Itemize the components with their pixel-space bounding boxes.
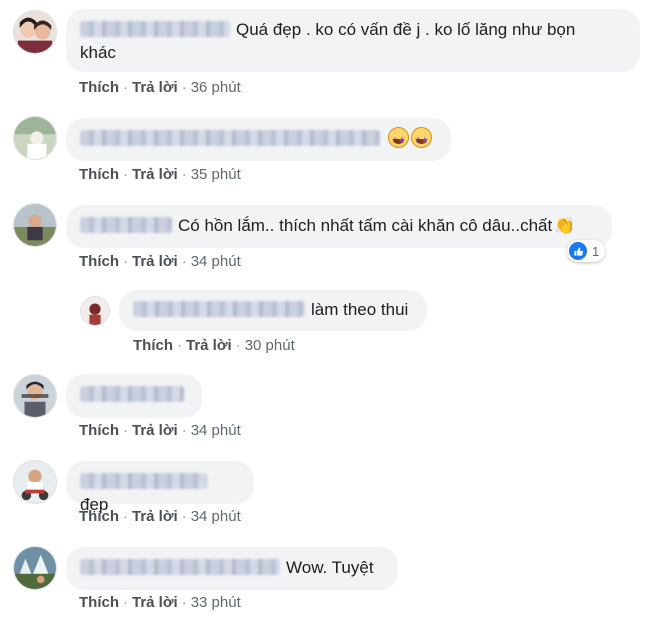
reaction-count: 1	[592, 243, 600, 259]
comment-actions: Thích · Trả lời · 35 phút	[79, 166, 241, 183]
reaction-count-badge[interactable]: 1	[567, 240, 606, 262]
comment-bubble: Có hồn lắm.. thích nhất tấm cài khăn cô …	[66, 205, 612, 248]
comment-timestamp[interactable]: 33 phút	[191, 594, 241, 611]
comment-text: Có hồn lắm.. thích nhất tấm cài khăn cô …	[178, 216, 553, 235]
comment-timestamp[interactable]: 34 phút	[191, 422, 241, 439]
comment-text-continued: khác	[80, 43, 116, 62]
reply-link[interactable]: Trả lời	[186, 337, 232, 354]
comment-bubble: đẹp	[66, 461, 254, 514]
like-link[interactable]: Thích	[133, 337, 173, 354]
like-link[interactable]: Thích	[79, 422, 119, 439]
avatar[interactable]	[80, 296, 110, 326]
comment-bubble: Quá đẹp . ko có vấn đề j . ko lố lăng nh…	[66, 9, 640, 72]
commenter-name[interactable]	[80, 217, 172, 233]
avatar[interactable]	[13, 116, 57, 160]
commenter-name[interactable]	[80, 559, 280, 575]
like-link[interactable]: Thích	[79, 594, 119, 611]
comment-bubble	[66, 118, 451, 161]
comment-actions: Thích · Trả lời · 34 phút	[79, 508, 241, 525]
reply-link[interactable]: Trả lời	[132, 79, 178, 96]
comment-timestamp[interactable]: 34 phút	[191, 508, 241, 525]
avatar[interactable]	[13, 203, 57, 247]
reply-link[interactable]: Trả lời	[132, 422, 178, 439]
commenter-name[interactable]	[80, 21, 230, 37]
avatar[interactable]	[13, 10, 57, 54]
star-struck-emoji	[388, 127, 409, 152]
star-struck-emoji	[411, 127, 432, 152]
commenter-name[interactable]	[133, 301, 305, 317]
reply-link[interactable]: Trả lời	[132, 253, 178, 270]
like-link[interactable]: Thích	[79, 166, 119, 183]
clapping-hands-emoji: 👏	[554, 216, 576, 235]
comment-actions: Thích · Trả lời · 30 phút	[133, 337, 295, 354]
reply-link[interactable]: Trả lời	[132, 166, 178, 183]
comment-bubble	[66, 374, 202, 418]
comment-bubble: Wow. Tuyệt	[66, 547, 398, 590]
comment-actions: Thích · Trả lời · 34 phút	[79, 422, 241, 439]
like-link[interactable]: Thích	[79, 79, 119, 96]
comment-text: Wow. Tuyệt	[286, 558, 374, 577]
avatar[interactable]	[13, 546, 57, 590]
like-link[interactable]: Thích	[79, 508, 119, 525]
reply-link[interactable]: Trả lời	[132, 594, 178, 611]
comment-text: Quá đẹp . ko có vấn đề j . ko lố lăng nh…	[236, 20, 576, 39]
comment-timestamp[interactable]: 35 phút	[191, 166, 241, 183]
comment-actions: Thích · Trả lời · 33 phút	[79, 594, 241, 611]
like-reaction-icon	[569, 242, 587, 260]
comment-bubble: làm theo thui	[119, 290, 427, 331]
reply-link[interactable]: Trả lời	[132, 508, 178, 525]
commenter-name[interactable]	[80, 473, 207, 489]
commenter-name[interactable]	[80, 386, 184, 402]
comment-timestamp[interactable]: 30 phút	[245, 337, 295, 354]
comment-actions: Thích · Trả lời · 34 phút	[79, 253, 241, 270]
like-link[interactable]: Thích	[79, 253, 119, 270]
comment-actions: Thích · Trả lời · 36 phút	[79, 79, 241, 96]
avatar[interactable]	[13, 374, 57, 418]
avatar[interactable]	[13, 460, 57, 504]
comment-timestamp[interactable]: 36 phút	[191, 79, 241, 96]
comment-timestamp[interactable]: 34 phút	[191, 253, 241, 270]
commenter-name[interactable]	[80, 130, 380, 146]
comment-text: làm theo thui	[311, 300, 409, 319]
